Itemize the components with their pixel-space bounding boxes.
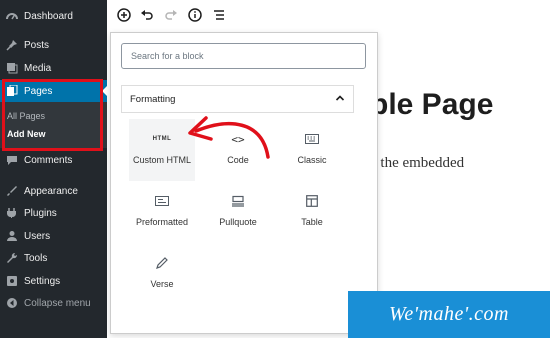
formatting-panel-header[interactable]: Formatting [121,85,354,113]
watermark: We'mahe'.com [348,291,550,338]
sidebar-item-label: Posts [24,39,50,51]
sidebar-item-label: Dashboard [24,10,73,22]
sidebar-item-label: Comments [24,154,73,166]
info-icon[interactable] [187,7,203,23]
preformatted-icon [155,191,169,211]
sidebar-item-label: Settings [24,275,61,287]
block-search-input[interactable] [121,43,366,69]
plugin-icon [6,207,18,219]
media-icon [6,62,18,74]
block-label: Classic [297,155,327,165]
sidebar-item-label: Collapse menu [24,297,91,309]
editor-toolbar [107,0,550,30]
block-label: Pullquote [219,217,257,227]
block-code[interactable]: <> Code [205,119,271,181]
block-pullquote[interactable]: Pullquote [205,181,271,243]
sidebar-item-label: Users [24,230,51,242]
block-verse[interactable]: Verse [129,243,195,305]
block-label: Table [301,217,323,227]
sidebar-item-comments[interactable]: Comments [0,149,107,171]
code-icon: <> [231,132,245,146]
sidebar-item-dashboard[interactable]: Dashboard [0,5,107,27]
sidebar-item-label: Media [24,62,52,74]
block-navigation-icon[interactable] [211,7,227,23]
pages-highlight-box [2,79,103,151]
pin-icon [6,39,18,51]
page-title-fragment[interactable]: ple Page [370,88,493,122]
block-table[interactable]: Table [279,181,345,243]
admin-sidebar: Dashboard Posts Media Pages All Pages Ad… [0,0,107,338]
chevron-up-icon [335,90,345,108]
sidebar-item-media[interactable]: Media [0,57,107,79]
block-custom-html[interactable]: HTML Custom HTML [129,119,195,181]
keyboard-icon [305,129,319,149]
sidebar-item-label: Appearance [24,185,78,197]
sidebar-item-plugins[interactable]: Plugins [0,202,107,224]
block-preformatted[interactable]: Preformatted [129,181,195,243]
pen-icon [156,253,168,273]
sidebar-item-label: Plugins [24,207,57,219]
table-icon [306,191,318,211]
block-label: Code [227,155,249,165]
sidebar-item-label: Tools [24,252,48,264]
block-classic[interactable]: Classic [279,119,345,181]
block-inserter-popover: Formatting HTML Custom HTML <> Code Clas… [110,32,378,334]
block-label: Verse [150,279,174,289]
undo-icon[interactable] [139,7,155,23]
brush-icon [6,185,18,197]
comments-icon [6,154,18,166]
block-label: Preformatted [135,217,189,227]
sidebar-item-tools[interactable]: Tools [0,247,107,269]
panel-title: Formatting [130,93,176,105]
sidebar-item-users[interactable]: Users [0,225,107,247]
html-icon: HTML [152,136,172,142]
collapse-icon [6,297,18,309]
users-icon [6,230,18,242]
sidebar-item-appearance[interactable]: Appearance [0,180,107,202]
sidebar-item-settings[interactable]: Settings [0,270,107,292]
wrench-icon [6,252,18,264]
sidebar-item-collapse-menu[interactable]: Collapse menu [0,292,107,314]
sidebar-item-posts[interactable]: Posts [0,34,107,56]
settings-icon [6,275,18,287]
block-label: Custom HTML [132,155,191,165]
redo-icon[interactable] [163,7,179,23]
dashboard-icon [6,10,18,22]
pullquote-icon [231,191,245,211]
paragraph-fragment[interactable]: e the embedded [370,155,464,172]
add-block-icon[interactable] [116,7,132,23]
